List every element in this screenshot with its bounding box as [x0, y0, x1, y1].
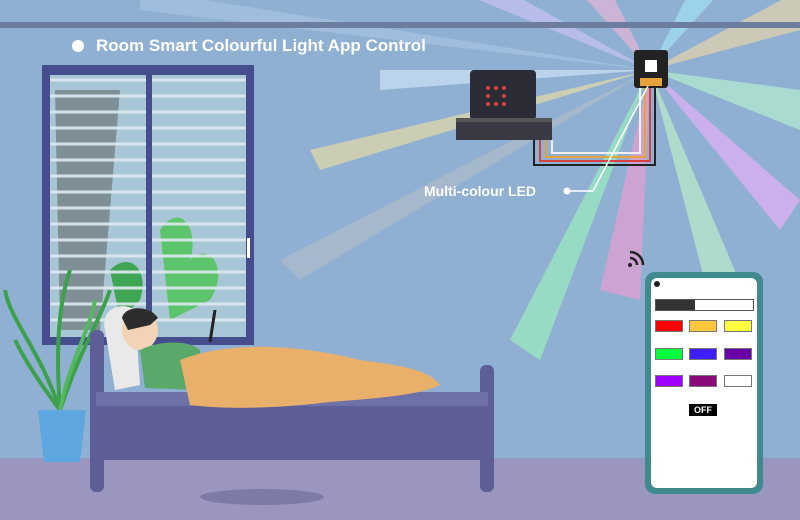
title-text: Room Smart Colourful Light App Control — [96, 36, 426, 55]
phone-screen: OFF — [651, 278, 757, 488]
led-label: Multi-colour LED — [424, 183, 536, 199]
bullet-dot — [72, 40, 84, 52]
window — [42, 65, 254, 345]
color-swatch-indigo[interactable] — [724, 348, 752, 360]
camera-dot-icon — [654, 281, 660, 287]
page-title: Room Smart Colourful Light App Control — [72, 36, 426, 56]
color-swatch-purple[interactable] — [655, 375, 683, 387]
color-swatch-white[interactable] — [724, 375, 752, 387]
color-swatch-yellow[interactable] — [724, 320, 752, 332]
brightness-slider[interactable] — [655, 299, 754, 311]
off-button[interactable]: OFF — [689, 404, 717, 416]
color-swatch-magenta[interactable] — [689, 375, 717, 387]
brightness-fill — [656, 300, 695, 310]
led-module — [634, 50, 668, 88]
phone: OFF — [645, 272, 763, 494]
color-swatch-green[interactable] — [655, 348, 683, 360]
color-swatch-red[interactable] — [655, 320, 683, 332]
color-swatch-blue[interactable] — [689, 348, 717, 360]
scene: Room Smart Colourful Light App Control M… — [0, 0, 800, 520]
color-swatch-orange[interactable] — [689, 320, 717, 332]
ceiling-trim — [0, 22, 800, 28]
callout-dot — [563, 187, 571, 195]
microbit-board — [456, 70, 552, 140]
